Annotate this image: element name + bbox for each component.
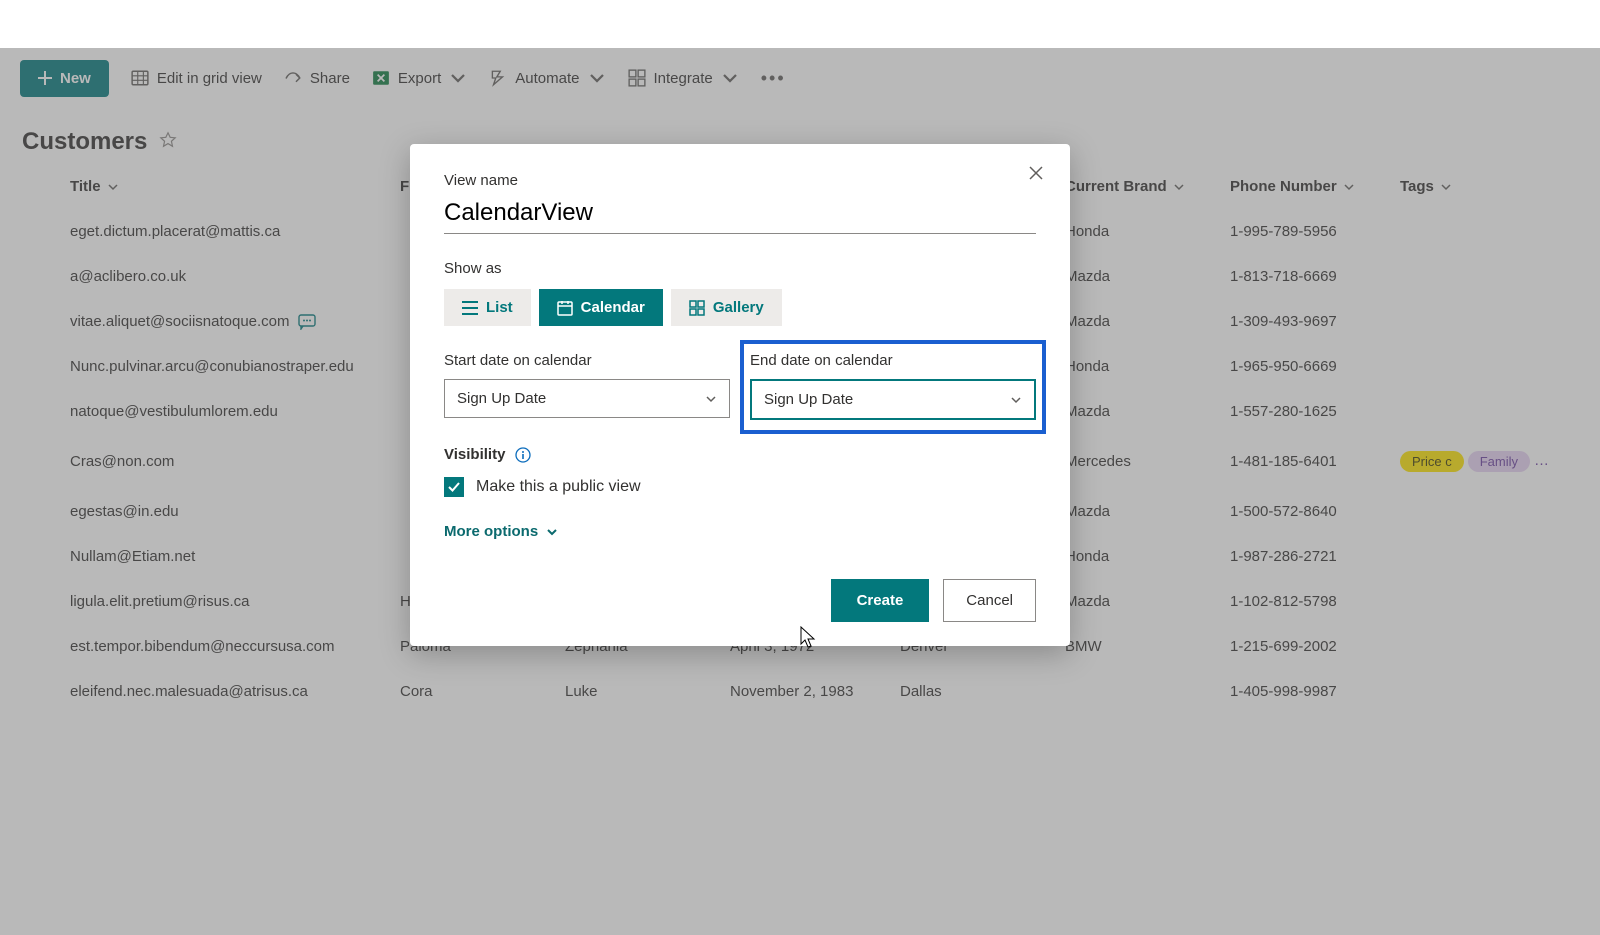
end-date-highlight: End date on calendar Sign Up Date <box>740 340 1046 434</box>
chevron-down-icon <box>705 393 717 405</box>
create-view-dialog: View name Show as List Calendar Gallery <box>410 144 1070 646</box>
modal-overlay[interactable]: View name Show as List Calendar Gallery <box>0 48 1600 935</box>
view-name-label: View name <box>444 172 1036 189</box>
show-as-label: Show as <box>444 260 1036 277</box>
calendar-icon <box>557 300 573 316</box>
chevron-down-icon <box>546 526 558 538</box>
create-button[interactable]: Create <box>831 579 930 622</box>
cancel-button[interactable]: Cancel <box>943 579 1036 622</box>
list-icon <box>462 301 478 315</box>
start-date-select[interactable]: Sign Up Date <box>444 379 730 418</box>
public-view-label: Make this a public view <box>476 478 641 496</box>
start-date-label: Start date on calendar <box>444 352 730 369</box>
info-icon[interactable] <box>515 447 531 463</box>
end-date-label: End date on calendar <box>750 352 1036 369</box>
check-icon <box>447 480 461 494</box>
close-icon <box>1028 165 1044 181</box>
more-options-toggle[interactable]: More options <box>444 523 558 540</box>
public-view-checkbox[interactable] <box>444 477 464 497</box>
chevron-down-icon <box>1010 394 1022 406</box>
show-as-list[interactable]: List <box>444 289 531 326</box>
visibility-label: Visibility <box>444 446 505 463</box>
dialog-close-button[interactable] <box>1022 162 1050 186</box>
view-name-input[interactable] <box>444 195 1036 234</box>
end-date-select[interactable]: Sign Up Date <box>750 379 1036 420</box>
show-as-gallery[interactable]: Gallery <box>671 289 782 326</box>
gallery-icon <box>689 300 705 316</box>
show-as-calendar[interactable]: Calendar <box>539 289 663 326</box>
